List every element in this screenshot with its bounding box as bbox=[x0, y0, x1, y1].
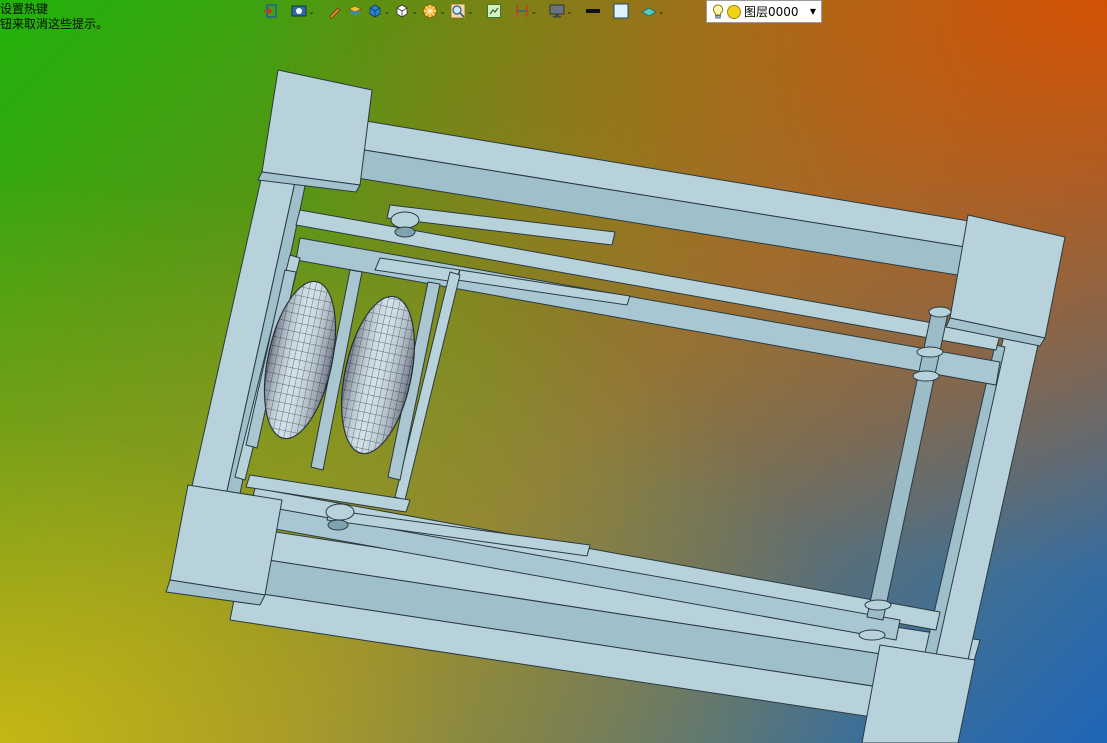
shaft-bearing-mid bbox=[916, 346, 944, 358]
corner-block-br[interactable] bbox=[861, 644, 976, 743]
corner-block-tr[interactable] bbox=[949, 214, 1066, 339]
model-viewport[interactable] bbox=[0, 0, 1107, 743]
shaft-bearing-bottom bbox=[858, 629, 886, 641]
pulley-bottom-hub bbox=[327, 519, 349, 531]
pulley-top[interactable] bbox=[390, 211, 420, 229]
shaft-bearing-mid2 bbox=[912, 370, 940, 382]
shaft-bearing-low bbox=[864, 599, 892, 611]
shaft-bearing-top bbox=[928, 306, 952, 318]
corner-block-bl[interactable] bbox=[169, 484, 283, 596]
pulley-top-hub bbox=[394, 226, 416, 238]
pulley-bottom[interactable] bbox=[325, 503, 355, 521]
corner-block-tl[interactable] bbox=[261, 69, 373, 186]
